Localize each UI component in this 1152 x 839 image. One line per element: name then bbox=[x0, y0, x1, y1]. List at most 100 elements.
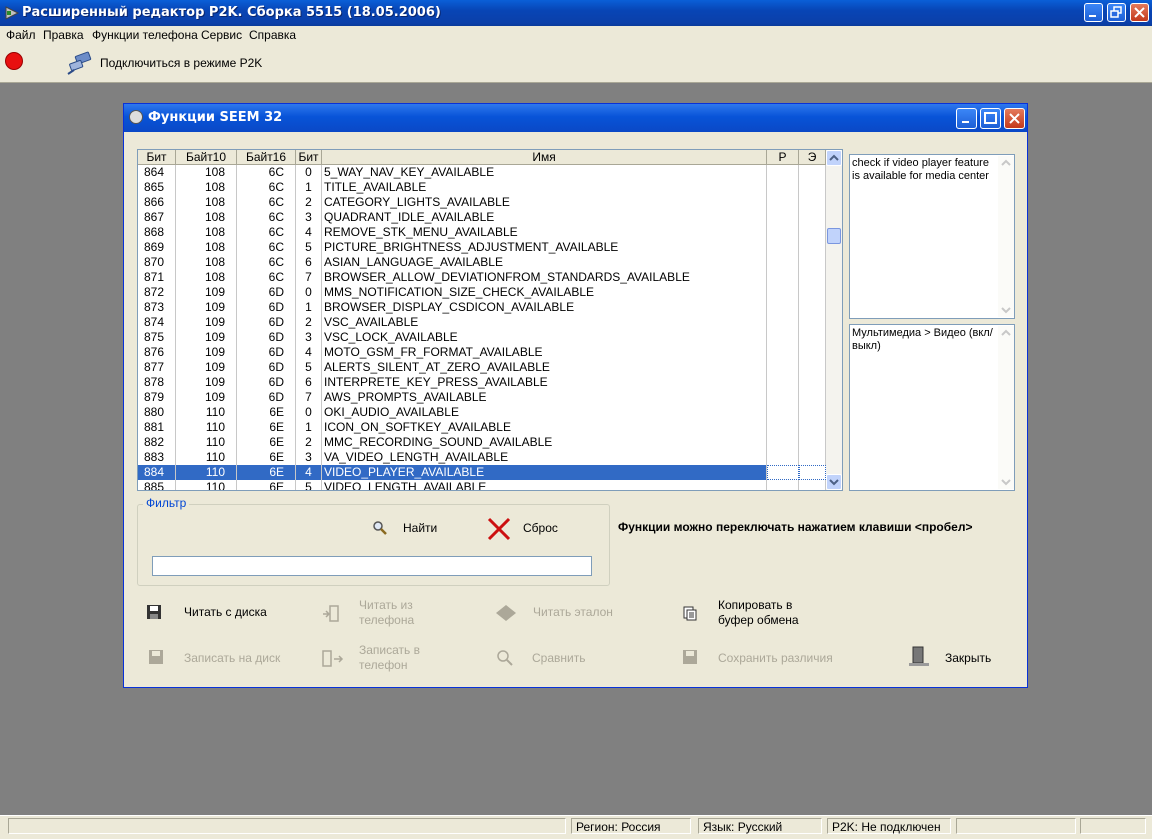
table-row[interactable]: 869 108 6C 5 PICTURE_BRIGHTNESS_ADJUSTMENT_A… bbox=[138, 240, 826, 255]
table-row[interactable]: 874 109 6D 2 VSC_AVAILABLE bbox=[138, 315, 826, 330]
cell-e-checkbox[interactable] bbox=[799, 240, 826, 255]
write-phone-button[interactable]: Записать в телефон bbox=[322, 643, 442, 675]
table-row[interactable]: 884 110 6E 4 VIDEO_PLAYER_AVAILABLE bbox=[138, 465, 826, 480]
cell-r-checkbox[interactable] bbox=[767, 480, 799, 490]
restore-button[interactable] bbox=[1107, 3, 1126, 22]
table-row[interactable]: 878 109 6D 6 INTERPRETE_KEY_PRESS_AVAILABLE bbox=[138, 375, 826, 390]
table-row[interactable]: 880 110 6E 0 OKI_AUDIO_AVAILABLE bbox=[138, 405, 826, 420]
cell-e-checkbox[interactable] bbox=[799, 405, 826, 420]
table-row[interactable]: 864 108 6C 0 5_WAY_NAV_KEY_AVAILABLE bbox=[138, 165, 826, 180]
cell-e-checkbox[interactable] bbox=[799, 360, 826, 375]
copy-clipboard-button[interactable]: Копировать в буфер обмена bbox=[682, 598, 812, 630]
cell-e-checkbox[interactable] bbox=[799, 270, 826, 285]
table-scrollbar[interactable] bbox=[826, 150, 842, 490]
table-row[interactable]: 873 109 6D 1 BROWSER_DISPLAY_CSDICON_AVAILAB… bbox=[138, 300, 826, 315]
table-row[interactable]: 872 109 6D 0 MMS_NOTIFICATION_SIZE_CHECK_AVA… bbox=[138, 285, 826, 300]
dialog-maximize-button[interactable] bbox=[980, 108, 1001, 129]
cell-e-checkbox[interactable] bbox=[799, 210, 826, 225]
write-disk-button[interactable]: Записать на диск bbox=[148, 649, 298, 665]
cell-r-checkbox[interactable] bbox=[767, 315, 799, 330]
dialog-minimize-button[interactable] bbox=[956, 108, 977, 129]
scroll-down-button[interactable] bbox=[826, 474, 842, 490]
cell-e-checkbox[interactable] bbox=[799, 255, 826, 270]
table-row[interactable]: 866 108 6C 2 CATEGORY_LIGHTS_AVAILABLE bbox=[138, 195, 826, 210]
table-row[interactable]: 865 108 6C 1 TITLE_AVAILABLE bbox=[138, 180, 826, 195]
table-row[interactable]: 871 108 6C 7 BROWSER_ALLOW_DEVIATIONFROM_STA… bbox=[138, 270, 826, 285]
cell-e-checkbox[interactable] bbox=[799, 390, 826, 405]
dialog-title-bar[interactable]: Функции SEEM 32 bbox=[124, 104, 1027, 132]
table-row[interactable]: 867 108 6C 3 QUADRANT_IDLE_AVAILABLE bbox=[138, 210, 826, 225]
cell-r-checkbox[interactable] bbox=[767, 240, 799, 255]
menu-file[interactable]: Файл bbox=[6, 28, 36, 42]
cell-e-checkbox[interactable] bbox=[799, 435, 826, 450]
cell-r-checkbox[interactable] bbox=[767, 210, 799, 225]
table-row[interactable]: 879 109 6D 7 AWS_PROMPTS_AVAILABLE bbox=[138, 390, 826, 405]
menu-edit[interactable]: Правка bbox=[43, 28, 84, 42]
table-row[interactable]: 882 110 6E 2 MMC_RECORDING_SOUND_AVAILABLE bbox=[138, 435, 826, 450]
cell-e-checkbox[interactable] bbox=[799, 300, 826, 315]
table-row[interactable]: 881 110 6E 1 ICON_ON_SOFTKEY_AVAILABLE bbox=[138, 420, 826, 435]
read-reference-button[interactable]: Читать эталон bbox=[494, 603, 624, 623]
menu-help[interactable]: Справка bbox=[249, 28, 296, 42]
scroll-up-button[interactable] bbox=[826, 150, 842, 166]
compare-button[interactable]: Сравнить bbox=[496, 649, 616, 667]
table-row[interactable]: 883 110 6E 3 VA_VIDEO_LENGTH_AVAILABLE bbox=[138, 450, 826, 465]
cell-r-checkbox[interactable] bbox=[767, 255, 799, 270]
cell-r-checkbox[interactable] bbox=[767, 345, 799, 360]
col-r[interactable]: Р bbox=[767, 150, 799, 165]
table-row[interactable]: 875 109 6D 3 VSC_LOCK_AVAILABLE bbox=[138, 330, 826, 345]
cell-r-checkbox[interactable] bbox=[767, 405, 799, 420]
cell-r-checkbox[interactable] bbox=[767, 270, 799, 285]
cell-e-checkbox[interactable] bbox=[799, 345, 826, 360]
menu-phone-functions[interactable]: Функции телефона bbox=[92, 28, 198, 42]
cell-e-checkbox[interactable] bbox=[799, 480, 826, 490]
table-row[interactable]: 877 109 6D 5 ALERTS_SILENT_AT_ZERO_AVAILABLE bbox=[138, 360, 826, 375]
functions-table[interactable]: Бит Байт10 Байт16 Бит Имя Р Э 864 108 6C 0 5… bbox=[137, 149, 843, 491]
cell-e-checkbox[interactable] bbox=[799, 195, 826, 210]
read-disk-button[interactable]: Читать с диска bbox=[146, 604, 296, 620]
description-box[interactable]: check if video player feature is availab… bbox=[849, 154, 1015, 319]
col-bitpos[interactable]: Бит bbox=[296, 150, 322, 165]
cell-e-checkbox[interactable] bbox=[799, 180, 826, 195]
dialog-close-button[interactable] bbox=[1004, 108, 1025, 129]
close-window-button[interactable] bbox=[1130, 3, 1149, 22]
cell-r-checkbox[interactable] bbox=[767, 165, 799, 180]
read-phone-button[interactable]: Читать из телефона bbox=[322, 598, 442, 630]
cell-r-checkbox[interactable] bbox=[767, 360, 799, 375]
cell-e-checkbox[interactable] bbox=[799, 450, 826, 465]
main-title-bar[interactable]: Расширенный редактор P2K. Сборка 5515 (1… bbox=[0, 0, 1152, 26]
cell-r-checkbox[interactable] bbox=[767, 300, 799, 315]
cell-e-checkbox[interactable] bbox=[799, 285, 826, 300]
col-byte16[interactable]: Байт16 bbox=[237, 150, 296, 165]
description-scrollbar[interactable] bbox=[998, 156, 1014, 317]
cell-e-checkbox[interactable] bbox=[799, 225, 826, 240]
close-dialog-button[interactable]: Закрыть bbox=[908, 645, 1008, 669]
cell-r-checkbox[interactable] bbox=[767, 225, 799, 240]
filter-input[interactable] bbox=[152, 556, 592, 576]
minimize-button[interactable] bbox=[1084, 3, 1103, 22]
scroll-thumb[interactable] bbox=[827, 228, 841, 244]
category-box[interactable]: Мультимедиа > Видео (вкл/выкл) bbox=[849, 324, 1015, 491]
table-row[interactable]: 870 108 6C 6 ASIAN_LANGUAGE_AVAILABLE bbox=[138, 255, 826, 270]
cell-r-checkbox[interactable] bbox=[767, 435, 799, 450]
table-row[interactable]: 885 110 6E 5 VIDEO_LENGTH_AVAILABLE bbox=[138, 480, 826, 490]
cell-e-checkbox[interactable] bbox=[799, 165, 826, 180]
cell-r-checkbox[interactable] bbox=[767, 375, 799, 390]
cell-e-checkbox[interactable] bbox=[799, 330, 826, 345]
cell-r-checkbox[interactable] bbox=[767, 420, 799, 435]
col-e[interactable]: Э bbox=[799, 150, 826, 165]
cell-e-checkbox[interactable] bbox=[799, 315, 826, 330]
cell-e-checkbox[interactable] bbox=[799, 375, 826, 390]
col-bit[interactable]: Бит bbox=[138, 150, 176, 165]
cell-r-checkbox[interactable] bbox=[767, 180, 799, 195]
cell-r-checkbox[interactable] bbox=[767, 450, 799, 465]
col-byte10[interactable]: Байт10 bbox=[176, 150, 237, 165]
cell-r-checkbox[interactable] bbox=[767, 195, 799, 210]
table-row[interactable]: 868 108 6C 4 REMOVE_STK_MENU_AVAILABLE bbox=[138, 225, 826, 240]
cell-e-checkbox[interactable] bbox=[799, 420, 826, 435]
cell-r-checkbox[interactable] bbox=[767, 465, 799, 480]
cell-r-checkbox[interactable] bbox=[767, 390, 799, 405]
cell-r-checkbox[interactable] bbox=[767, 330, 799, 345]
table-row[interactable]: 876 109 6D 4 MOTO_GSM_FR_FORMAT_AVAILABLE bbox=[138, 345, 826, 360]
cell-r-checkbox[interactable] bbox=[767, 285, 799, 300]
